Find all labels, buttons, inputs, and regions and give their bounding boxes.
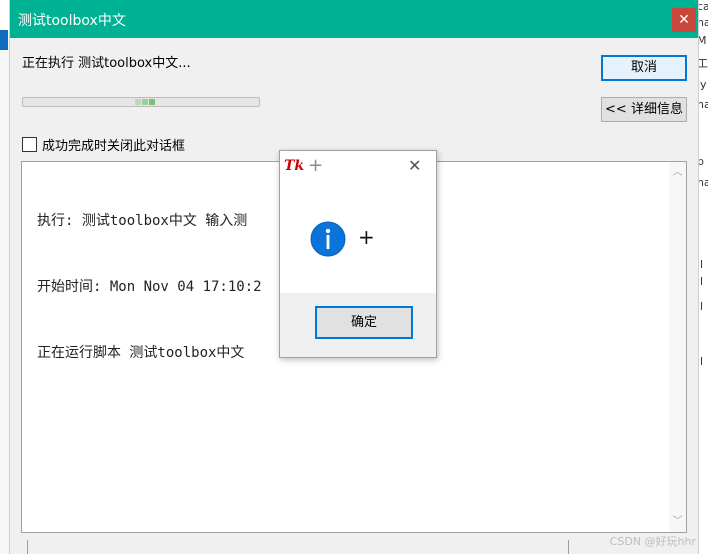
progress-bar (22, 97, 260, 107)
watermark: CSDN @好玩hhr (609, 535, 696, 548)
message-box-close-icon[interactable]: ✕ (408, 156, 421, 175)
log-line: 正在运行脚本 测试toolbox中文 (37, 345, 245, 361)
vertical-scrollbar[interactable]: ︿ ﹀ (669, 162, 686, 532)
details-button[interactable]: << 详细信息 (601, 97, 687, 122)
log-line: 开始时间: Mon Nov 04 17:10:2 (37, 279, 262, 295)
tk-logo-icon: Tk (284, 158, 305, 174)
progress-chunk (149, 99, 155, 105)
close-on-complete-checkbox[interactable] (22, 136, 37, 152)
close-on-complete-label: 成功完成时关闭此对话框 (42, 138, 186, 154)
scroll-up-arrow-icon[interactable]: ︿ (669, 164, 686, 181)
background-left-strip (0, 38, 10, 554)
bg-right-text: M (697, 34, 707, 47)
scroll-down-arrow-icon[interactable]: ﹀ (669, 513, 686, 530)
status-text: 正在执行 测试toolbox中文... (22, 56, 191, 71)
window-title: 测试toolbox中文 (18, 13, 126, 29)
log-lines: 执行: 测试toolbox中文 输入测 开始时间: Mon Nov 04 17:… (37, 166, 262, 408)
bg-right-text: ca (697, 0, 708, 13)
bottom-panel-edge (27, 540, 569, 554)
ok-button[interactable]: 确定 (315, 306, 413, 339)
progress-chunk (142, 99, 148, 105)
message-box: Tk + ✕ + 确定 (279, 150, 437, 358)
message-box-title: + (308, 155, 324, 176)
close-button[interactable]: ✕ (672, 8, 696, 32)
log-line: 执行: 测试toolbox中文 输入测 (37, 213, 248, 229)
bg-right-text: 工 (697, 57, 708, 70)
close-on-complete-option[interactable]: 成功完成时关闭此对话框 (22, 135, 186, 154)
info-icon (310, 221, 346, 257)
bg-right-text: na (697, 16, 708, 29)
background-left-accent (0, 30, 8, 50)
cancel-button[interactable]: 取消 (601, 55, 687, 81)
message-box-body: Tk + ✕ + (280, 151, 436, 293)
progress-chunk (135, 99, 141, 105)
message-text: + (358, 225, 375, 249)
title-bar[interactable]: 测试toolbox中文 ✕ (10, 0, 698, 38)
bg-right-text: ly (697, 78, 707, 91)
bg-right-text: na (697, 176, 708, 189)
bg-right-text: na (697, 98, 708, 111)
bg-right-text: b (697, 155, 704, 168)
close-icon: ✕ (678, 12, 690, 28)
